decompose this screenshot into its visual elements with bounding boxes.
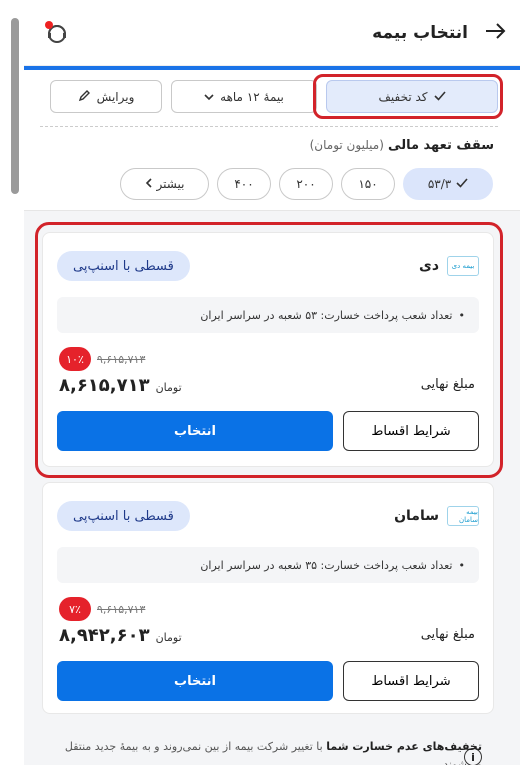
coverage-title: سقف تعهد مالی (میلیون تومان) (310, 138, 494, 153)
edit-label: ویرایش (96, 89, 135, 104)
coverage-title-text: سقف تعهد مالی (388, 138, 494, 153)
page-header: انتخاب بیمه (24, 0, 520, 66)
chevron-down-icon (204, 90, 214, 104)
select-offer-button[interactable]: انتخاب (57, 661, 333, 701)
coverage-options: ۵۳/۳ ۱۵۰ ۲۰۰ ۴۰۰ بیشتر (116, 168, 493, 202)
coverage-option-selected[interactable]: ۵۳/۳ (403, 168, 493, 200)
scrollbar-track[interactable] (0, 0, 22, 765)
notification-dot (45, 20, 53, 29)
insurance-duration-dropdown[interactable]: بیمهٔ ۱۲ ماهه (171, 80, 317, 113)
price-value: ۸,۹۴۲,۶۰۳ (59, 625, 150, 646)
branch-info: • تعداد شعب پرداخت خسارت: ۳۵ شعبه در سرا… (57, 547, 479, 583)
insurer-logo: بیمه سامان (447, 506, 479, 526)
final-price: ۸,۹۴۲,۶۰۳ تومان (59, 625, 182, 646)
scrollbar-thumb[interactable] (11, 18, 19, 194)
header-title-group: انتخاب بیمه (372, 20, 506, 45)
coverage-unit: (میلیون تومان) (309, 138, 384, 152)
edit-button[interactable]: ویرایش (50, 80, 162, 113)
installment-terms-button[interactable]: شرایط اقساط (343, 661, 479, 701)
arrow-right-icon[interactable] (486, 20, 506, 45)
price-currency: تومان (155, 631, 182, 644)
coverage-more-label: بیشتر (156, 177, 185, 191)
divider (40, 126, 498, 127)
offer-actions: شرایط اقساط انتخاب (57, 661, 479, 701)
offer-card: بیمه سامان سامان قسطی با اسنپ‌پی • تعداد… (42, 482, 494, 714)
support-agent-icon[interactable] (42, 19, 70, 47)
coverage-option-200[interactable]: ۲۰۰ (279, 168, 333, 200)
insurer: بیمه سامان سامان (394, 506, 479, 526)
coverage-more-button[interactable]: بیشتر (120, 168, 209, 200)
footer-note: تخفیف‌های عدم خسارت شما با تغییر شرکت بی… (56, 738, 482, 765)
discount-badge: ۷٪ (59, 597, 91, 621)
insurer-name: سامان (394, 508, 439, 524)
coverage-option-400[interactable]: ۴۰۰ (217, 168, 271, 200)
installment-badge: قسطی با اسنپ‌پی (57, 501, 190, 531)
chevron-left-icon (145, 177, 152, 191)
bullet: • (458, 558, 466, 572)
highlight-offer-card (35, 222, 503, 478)
footer-note-bold: تخفیف‌های عدم خسارت شما (326, 740, 482, 753)
insurance-duration-label: بیمهٔ ۱۲ ماهه (220, 89, 284, 104)
offer-card-header: بیمه سامان سامان قسطی با اسنپ‌پی (57, 501, 479, 531)
page-title: انتخاب بیمه (372, 22, 468, 43)
branch-info-text: تعداد شعب پرداخت خسارت: ۳۵ شعبه در سراسر… (200, 558, 453, 572)
check-icon (456, 177, 468, 191)
pencil-icon (78, 89, 91, 105)
old-price: ۹,۶۱۵,۷۱۳ (97, 603, 146, 616)
progress-bar (24, 66, 520, 70)
coverage-option-150[interactable]: ۱۵۰ (341, 168, 395, 200)
price-area: مبلغ نهایی ۷٪ ۹,۶۱۵,۷۱۳ ۸,۹۴۲,۶۰۳ تومان (57, 597, 479, 653)
final-price-label: مبلغ نهایی (420, 627, 475, 642)
highlight-discount-button (313, 74, 503, 119)
coverage-option-label: ۵۳/۳ (427, 177, 452, 191)
